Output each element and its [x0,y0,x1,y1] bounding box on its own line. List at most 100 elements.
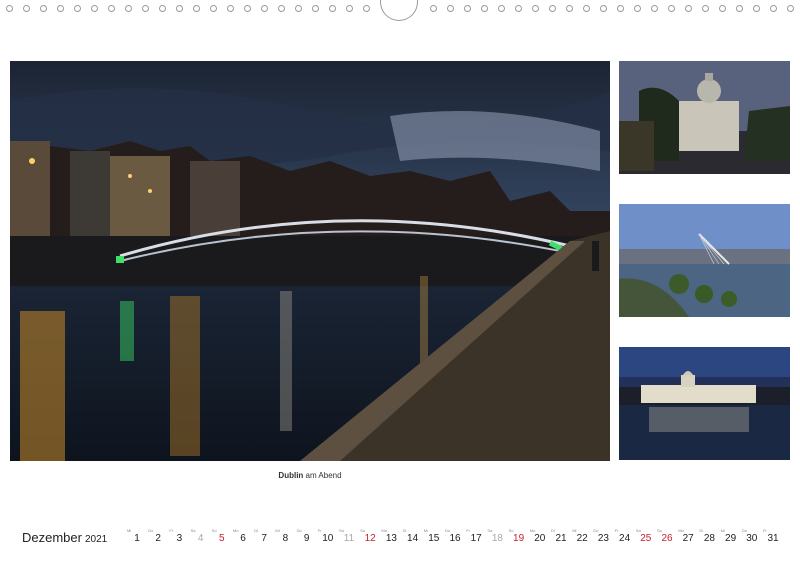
calendar-day: Do 9 [297,528,317,545]
calendar-day-number: 15 [428,533,440,544]
binding-ring [770,5,777,12]
binding-ring [634,5,641,12]
calendar-day-number: 28 [703,533,715,544]
calendar-day: Mi 1 [127,528,147,545]
calendar-day: Mo 13 [381,528,401,545]
binding-ring [278,5,285,12]
binding-ring [498,5,505,12]
calendar-day: Do 30 [742,528,762,545]
binding-ring [549,5,556,12]
calendar-day: Fr 24 [615,528,635,545]
binding-ring [23,5,30,12]
binding-ring [464,5,471,12]
calendar-day: So 5 [212,528,232,545]
calendar-day: Di 7 [254,528,274,545]
calendar-day-number: 5 [219,533,225,544]
calendar-day: So 12 [360,528,380,545]
calendar-day-number: 19 [513,533,525,544]
calendar-day: Fr 31 [763,528,783,545]
binding-ring [108,5,115,12]
binding-ring [532,5,539,12]
calendar-day-number: 14 [407,533,419,544]
binding-ring [6,5,13,12]
calendar-day-number: 7 [261,533,267,544]
caption-text: am Abend [303,471,342,480]
binding-rings [0,0,800,21]
calendar-day: Sa 11 [339,528,359,545]
calendar-day-number: 22 [576,533,588,544]
binding-ring [346,5,353,12]
calendar-day: Mo 20 [530,528,550,545]
calendar-day-number: 4 [197,533,204,544]
calendar-day: Sa 4 [191,528,211,545]
calendar-day-number: 13 [385,533,397,544]
calendar-day-number: 29 [725,533,737,544]
calendar-day-number: 20 [534,533,546,544]
calendar-day: Fr 17 [466,528,486,545]
binding-ring [312,5,319,12]
calendar-day: Di 21 [551,528,571,545]
binding-ring [295,5,302,12]
photo-samuel-beckett-bridge [619,204,790,317]
calendar-day-number: 17 [470,533,482,544]
binding-ring [651,5,658,12]
binding-ring [719,5,726,12]
calendar-day: Mi 29 [721,528,741,545]
calendar-day: So 19 [509,528,529,545]
binding-ring [329,5,336,12]
calendar-day-number: 25 [640,533,652,544]
photo-government-buildings [619,61,790,174]
calendar-days-row: Mi 1 Do 2 Fr 3 Sa 4 So 5 Mo 6 Di 7 Mi 8 Do 9 Fr 10 Sa 11 So 12 M… [0,528,800,548]
binding-ring [430,5,437,12]
calendar-day-number: 27 [682,533,694,544]
binding-ring [176,5,183,12]
calendar-day: Di 14 [403,528,423,545]
calendar-day-number: 31 [767,533,779,544]
calendar-day-number: 24 [619,533,631,544]
calendar-day: Fr 3 [169,528,189,545]
binding-ring [481,5,488,12]
calendar-day: Mo 27 [678,528,698,545]
binding-ring [40,5,47,12]
calendar-day-number: 18 [491,533,503,544]
calendar-day: Do 23 [593,528,613,545]
calendar-day-number: 3 [176,533,183,544]
calendar-day-number: 11 [343,533,355,544]
calendar-day-number: 12 [364,533,376,544]
calendar-day-number: 26 [661,533,673,544]
binding-ring [74,5,81,12]
calendar-day-number: 6 [240,533,246,544]
binding-ring [702,5,709,12]
calendar-day-number: 23 [597,533,609,544]
binding-ring [244,5,251,12]
calendar-day: Mo 6 [233,528,253,545]
binding-ring [125,5,132,12]
calendar-day: Mi 8 [275,528,295,545]
calendar-day-number: 9 [303,533,310,544]
calendar-day-number: 10 [322,533,334,544]
binding-ring [227,5,234,12]
calendar-day: Fr 10 [318,528,338,545]
calendar-day: Do 2 [148,528,168,545]
binding-ring [566,5,573,12]
binding-ring [142,5,149,12]
calendar-day: Mi 15 [424,528,444,545]
calendar-day-number: 30 [746,533,758,544]
binding-ring [787,5,794,12]
main-photo-hapenny-bridge [10,61,610,461]
calendar-day: Mi 22 [572,528,592,545]
photo-caption: Dublin am Abend [10,471,610,480]
calendar-day-number: 16 [449,533,461,544]
calendar-day-number: 2 [155,533,161,544]
binding-ring [57,5,64,12]
binding-ring [736,5,743,12]
calendar-day-number: 21 [555,533,567,544]
calendar-day-number: 1 [134,533,140,544]
binding-ring [668,5,675,12]
binding-ring [685,5,692,12]
calendar-day: Di 28 [699,528,719,545]
binding-ring [600,5,607,12]
photo-custom-house-night [619,347,790,460]
calendar-day-number: 8 [282,533,289,544]
binding-ring [753,5,760,12]
